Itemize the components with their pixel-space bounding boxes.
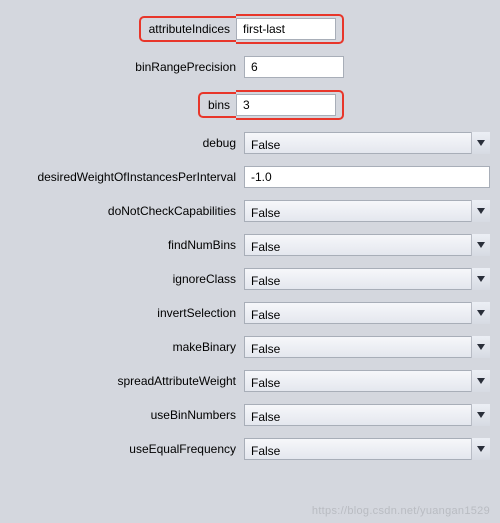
findNumBins-select[interactable]: False — [244, 234, 490, 256]
useEqualFrequency-select[interactable]: False — [244, 438, 490, 460]
bins-input[interactable] — [236, 94, 336, 116]
option-label: doNotCheckCapabilities — [8, 204, 244, 218]
option-row-findNumBins: findNumBins False — [8, 234, 490, 256]
option-row-attributeIndices: attributeIndices — [8, 14, 490, 44]
option-row-doNotCheckCapabilities: doNotCheckCapabilities False — [8, 200, 490, 222]
select-value: False — [251, 376, 280, 390]
option-label: findNumBins — [8, 238, 244, 252]
spreadAttributeWeight-select[interactable]: False — [244, 370, 490, 392]
option-label: bins — [202, 96, 236, 114]
select-value: False — [251, 410, 280, 424]
option-row-makeBinary: makeBinary False — [8, 336, 490, 358]
option-row-bins: bins — [8, 90, 490, 120]
option-label: useEqualFrequency — [8, 442, 244, 456]
option-label: binRangePrecision — [8, 60, 244, 74]
select-value: False — [251, 206, 280, 220]
option-row-useEqualFrequency: useEqualFrequency False — [8, 438, 490, 460]
select-value: False — [251, 342, 280, 356]
option-row-debug: debug False — [8, 132, 490, 154]
options-panel: attributeIndices binRangePrecision bins deb… — [0, 0, 500, 482]
select-value: False — [251, 240, 280, 254]
option-row-ignoreClass: ignoreClass False — [8, 268, 490, 290]
invertSelection-select[interactable]: False — [244, 302, 490, 324]
attributeIndices-input[interactable] — [236, 18, 336, 40]
option-row-spreadAttributeWeight: spreadAttributeWeight False — [8, 370, 490, 392]
option-label: spreadAttributeWeight — [8, 374, 244, 388]
select-value: False — [251, 138, 280, 152]
option-label: ignoreClass — [8, 272, 244, 286]
option-label: attributeIndices — [143, 20, 236, 38]
doNotCheckCapabilities-select[interactable]: False — [244, 200, 490, 222]
option-row-desiredWeightOfInstancesPerInterval: desiredWeightOfInstancesPerInterval — [8, 166, 490, 188]
select-value: False — [251, 274, 280, 288]
ignoreClass-select[interactable]: False — [244, 268, 490, 290]
option-label: debug — [8, 136, 244, 150]
useBinNumbers-select[interactable]: False — [244, 404, 490, 426]
option-label: desiredWeightOfInstancesPerInterval — [8, 170, 244, 184]
option-row-useBinNumbers: useBinNumbers False — [8, 404, 490, 426]
option-row-binRangePrecision: binRangePrecision — [8, 56, 490, 78]
watermark-text: https://blog.csdn.net/yuangan1529 — [312, 505, 490, 517]
option-row-invertSelection: invertSelection False — [8, 302, 490, 324]
debug-select[interactable]: False — [244, 132, 490, 154]
option-label: makeBinary — [8, 340, 244, 354]
option-label: useBinNumbers — [8, 408, 244, 422]
binRangePrecision-input[interactable] — [244, 56, 344, 78]
select-value: False — [251, 444, 280, 458]
select-value: False — [251, 308, 280, 322]
makeBinary-select[interactable]: False — [244, 336, 490, 358]
option-label: invertSelection — [8, 306, 244, 320]
desiredWeightOfInstancesPerInterval-input[interactable] — [244, 166, 490, 188]
